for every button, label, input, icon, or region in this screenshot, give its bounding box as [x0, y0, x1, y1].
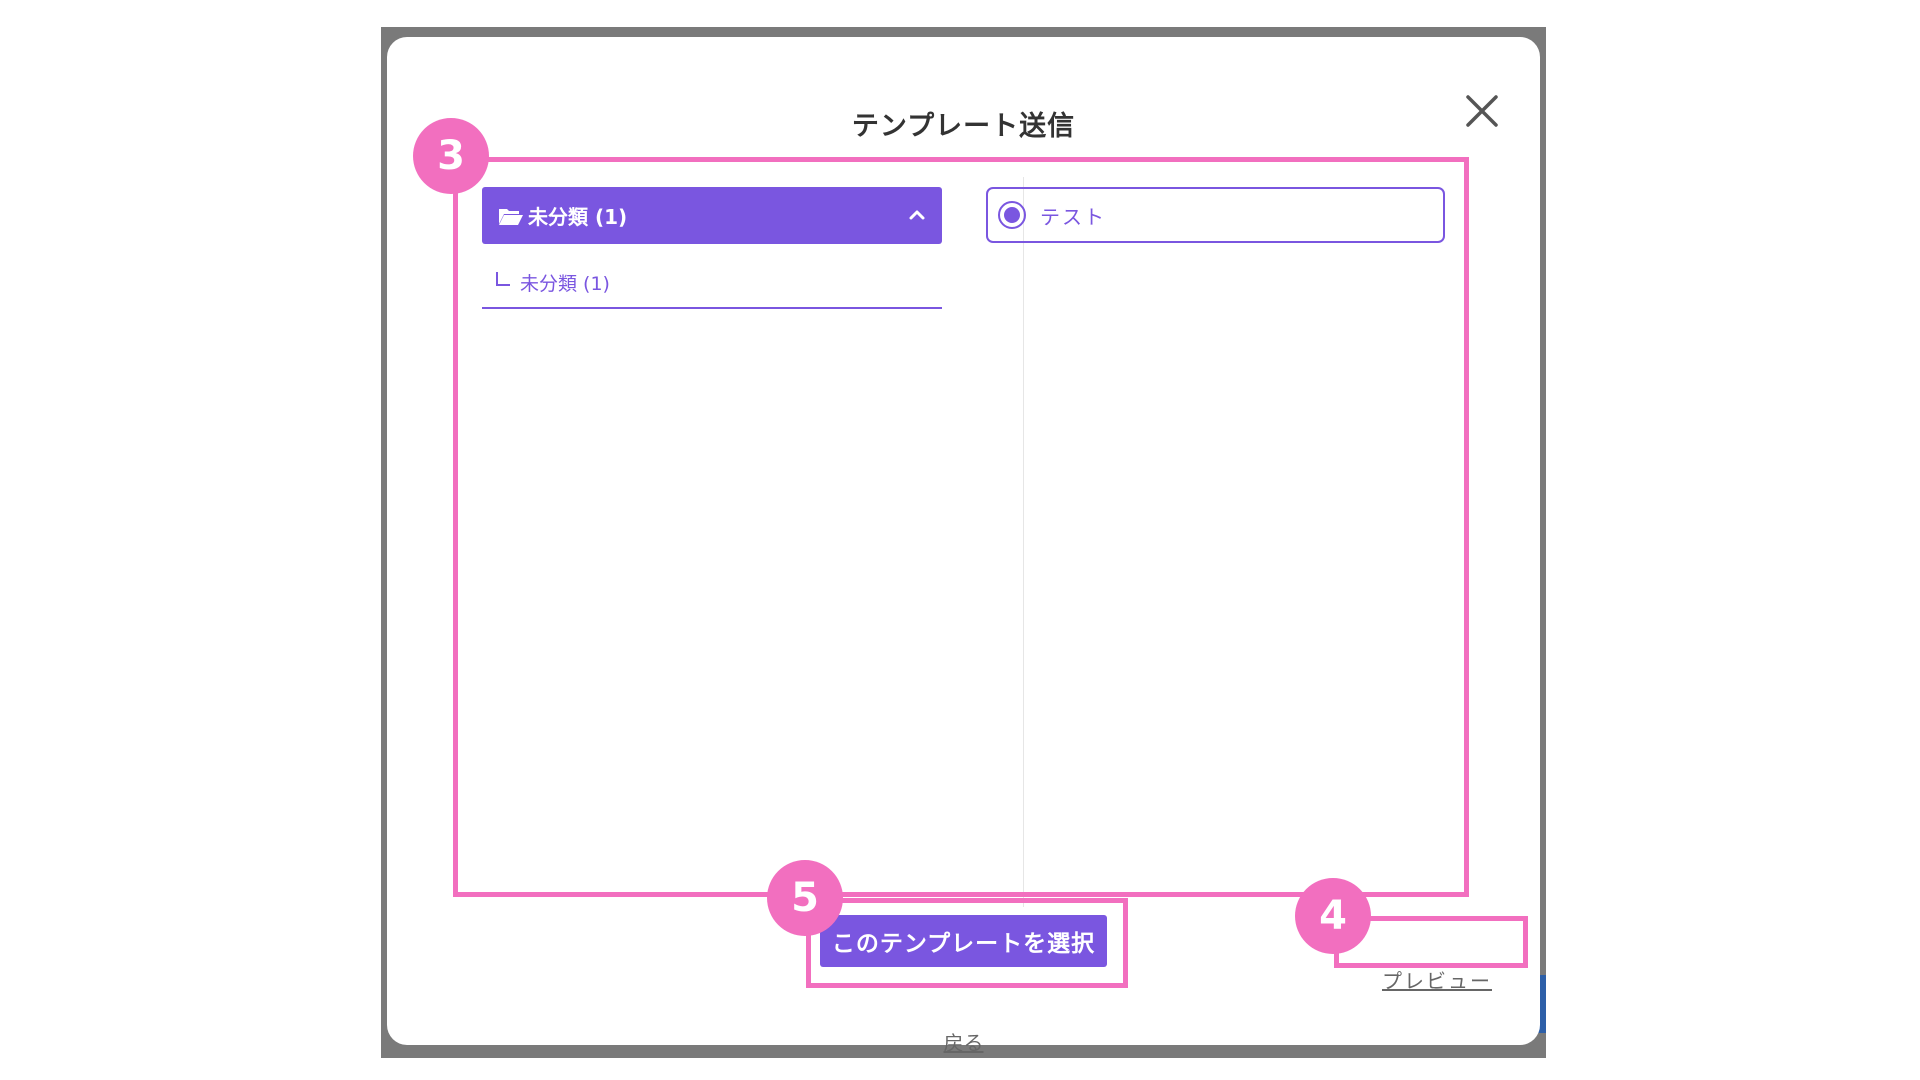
- modal-title: テンプレート送信: [851, 111, 1076, 142]
- annotation-box-5: [806, 898, 1128, 988]
- annotation-marker-3: 3: [413, 118, 489, 194]
- close-button[interactable]: [1460, 89, 1504, 133]
- page: テンプレート送信 未分類 (1) 未分類 (1) テスト このテンプレートを選択…: [0, 0, 1920, 1080]
- preview-link[interactable]: プレビュー: [1382, 965, 1492, 994]
- annotation-marker-5: 5: [767, 860, 843, 936]
- back-link[interactable]: 戻る: [387, 1027, 1540, 1056]
- close-icon: [1466, 95, 1498, 127]
- annotation-box-3: [453, 157, 1469, 897]
- annotation-marker-4: 4: [1295, 878, 1371, 954]
